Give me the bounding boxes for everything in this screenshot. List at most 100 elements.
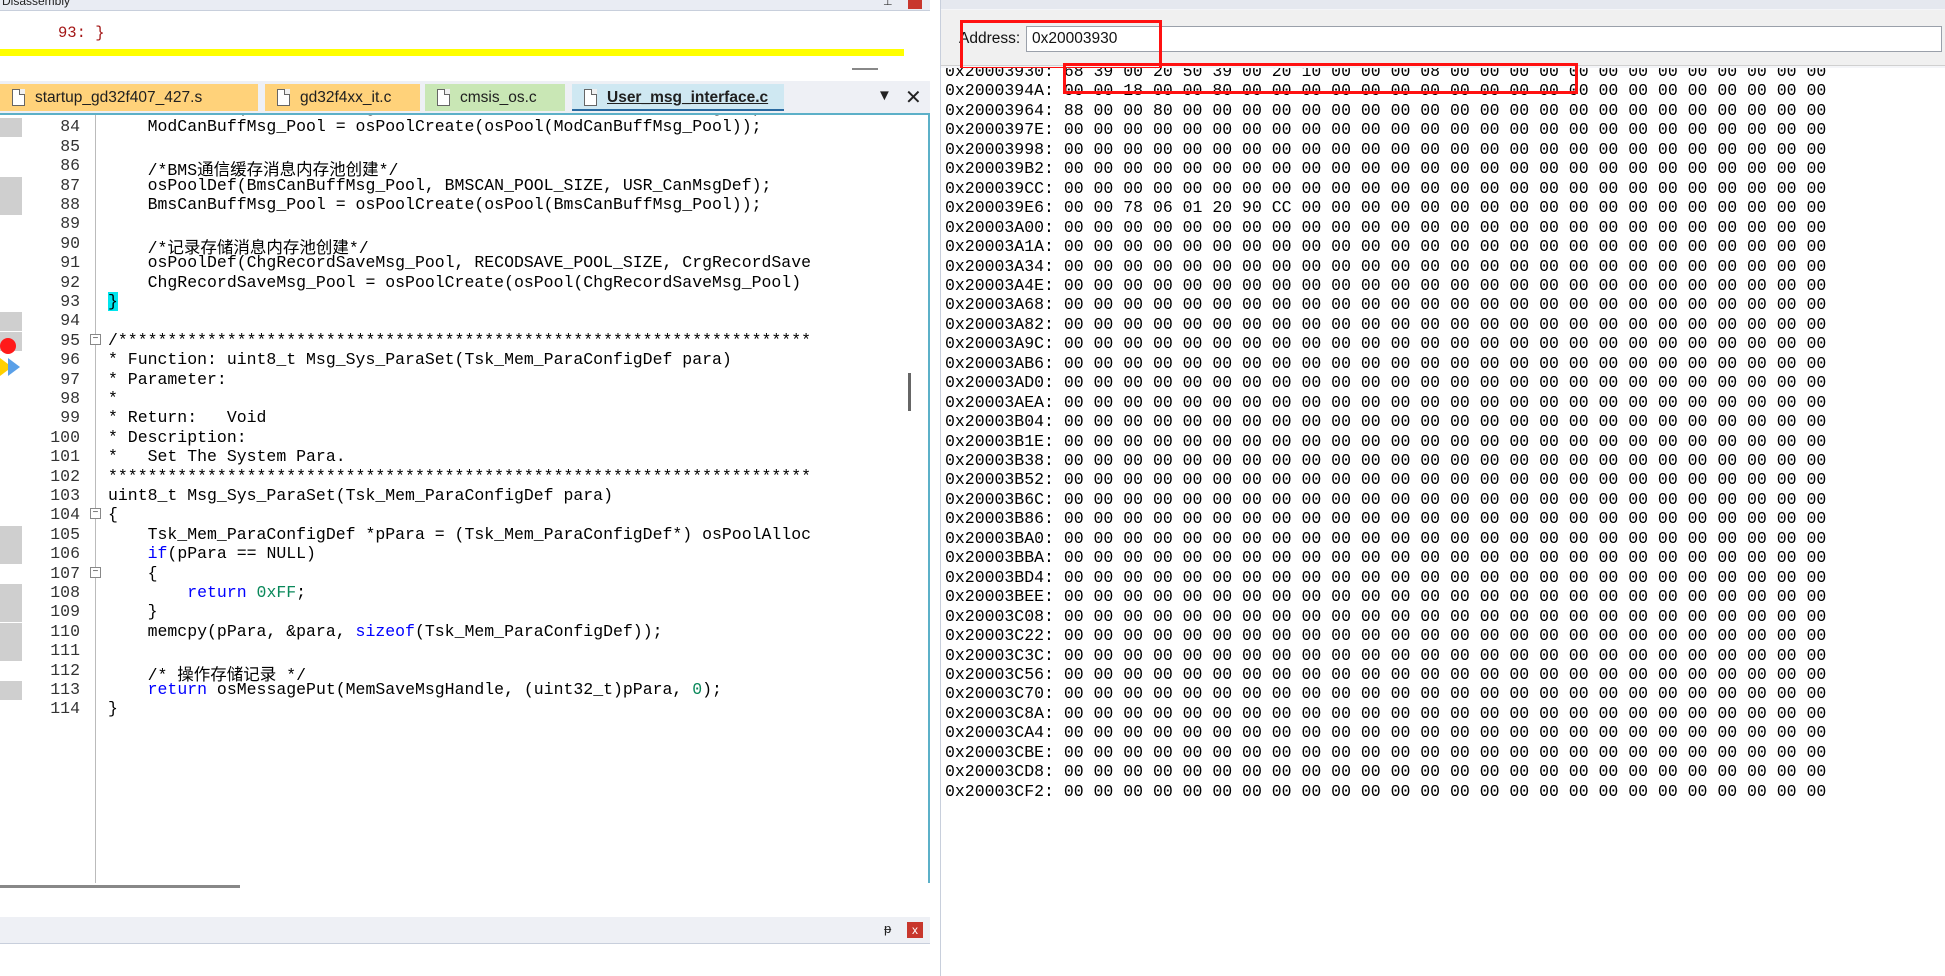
memory-bytes[interactable]: 00 00 00 00 00 00 00 00 00 00 00 00 00 0… (1054, 587, 1826, 606)
code-text: return 0xFF; (187, 583, 307, 602)
memory-bytes[interactable]: 00 00 00 00 00 00 00 00 00 00 00 00 00 0… (1054, 257, 1826, 276)
memory-bytes[interactable]: 00 00 00 00 00 00 00 00 00 00 00 00 00 0… (1054, 334, 1826, 353)
memory-bytes[interactable]: 00 00 00 00 00 00 00 00 00 00 00 00 00 0… (1054, 218, 1826, 237)
code-text: ****************************************… (108, 466, 812, 486)
pin-icon[interactable]: ᵽ (884, 921, 891, 936)
memory-bytes[interactable]: 00 00 00 00 00 00 00 00 00 00 00 00 00 0… (1054, 743, 1826, 762)
disassembly-scrollbar[interactable] (852, 68, 878, 70)
memory-bytes[interactable]: 00 00 00 00 00 00 00 00 00 00 00 00 00 0… (1054, 354, 1826, 373)
line-number: 87 (60, 175, 80, 195)
tab-cmsis-os-c[interactable]: cmsis_os.c (425, 84, 565, 111)
memory-bytes[interactable]: 00 00 00 00 00 00 00 00 00 00 00 00 00 0… (1054, 120, 1826, 139)
disassembly-close-button[interactable] (908, 0, 922, 9)
memory-address: 0x20003B6C: (945, 489, 1054, 509)
line-number: 108 (50, 583, 80, 602)
memory-address: 0x20003CF2: (945, 781, 1054, 801)
fold-toggle-icon[interactable]: − (90, 333, 101, 345)
memory-bytes[interactable]: 00 00 00 00 00 00 00 00 00 00 00 00 00 0… (1054, 568, 1826, 587)
file-icon (277, 89, 290, 106)
editor-horizontal-scrollbar[interactable] (0, 882, 928, 890)
memory-bytes[interactable]: 00 00 00 00 00 00 00 00 00 00 00 00 00 0… (1054, 529, 1826, 548)
line-number: 90 (60, 233, 80, 253)
memory-bytes[interactable]: 00 00 00 00 00 00 00 00 00 00 00 00 00 0… (1054, 665, 1826, 684)
memory-bytes[interactable]: 00 00 00 00 00 00 00 00 00 00 00 00 00 0… (1054, 315, 1826, 334)
code-text: * Return: Void (108, 408, 267, 428)
line-number: 94 (60, 311, 80, 331)
file-icon (12, 89, 25, 106)
tab-list-dropdown-icon[interactable]: ▼ (877, 87, 892, 104)
memory-address: 0x20003C08: (945, 606, 1054, 626)
memory-bytes[interactable]: 00 00 00 00 00 00 00 00 00 00 00 00 00 0… (1054, 140, 1826, 159)
code-line[interactable]: 114} (0, 698, 928, 722)
memory-bytes[interactable]: 00 00 00 00 00 00 00 00 00 00 00 00 00 0… (1054, 159, 1826, 178)
memory-address: 0x20003998: (945, 139, 1054, 159)
memory-bytes[interactable]: 00 00 00 00 00 00 00 00 00 00 00 00 00 0… (1054, 704, 1826, 723)
memory-bytes[interactable]: 00 00 00 00 00 00 00 00 00 00 00 00 00 0… (1054, 684, 1826, 703)
fold-toggle-icon[interactable]: − (90, 508, 101, 520)
memory-bytes[interactable]: 00 00 00 00 00 00 00 00 00 00 00 00 00 0… (1054, 451, 1826, 470)
pin-icon[interactable]: ⊥ (883, 0, 893, 8)
memory-address: 0x20003A68: (945, 295, 1054, 315)
editor-vertical-scrollbar[interactable] (908, 373, 911, 411)
memory-address: 0x20003CBE: (945, 742, 1054, 762)
memory-bytes[interactable]: 00 00 00 00 00 00 00 00 00 00 00 00 00 0… (1054, 373, 1826, 392)
line-number: 96 (60, 350, 80, 370)
memory-bytes[interactable]: 00 00 00 00 00 00 00 00 00 00 00 00 00 0… (1054, 295, 1826, 314)
memory-bytes[interactable]: 00 00 00 00 00 00 00 00 00 00 00 00 00 0… (1054, 626, 1826, 645)
memory-bytes[interactable]: 00 00 00 00 00 00 00 00 00 00 00 00 00 0… (1054, 470, 1826, 489)
memory-bytes[interactable]: 00 00 00 00 00 00 00 00 00 00 00 00 00 0… (1054, 762, 1826, 781)
memory-address: 0x20003A9C: (945, 334, 1054, 354)
memory-bytes[interactable]: 00 00 00 00 00 00 00 00 00 00 00 00 00 0… (1054, 393, 1826, 412)
tab-label: User_msg_interface.c (607, 89, 769, 106)
memory-address: 0x20003BD4: (945, 567, 1054, 587)
disassembly-title-bar: Disassembly ⊥ (0, 0, 930, 11)
memory-bytes[interactable]: 00 00 00 00 00 00 00 00 00 00 00 00 00 0… (1054, 490, 1826, 509)
memory-bytes[interactable]: 00 00 00 00 00 00 00 00 00 00 00 00 00 0… (1054, 412, 1826, 431)
close-tab-icon[interactable]: ✕ (905, 85, 922, 110)
bottom-panel-close-button[interactable]: x (907, 922, 923, 938)
memory-bytes[interactable]: 00 00 00 00 00 00 00 00 00 00 00 00 00 0… (1054, 782, 1826, 801)
memory-row[interactable]: 0x20003CF2: 00 00 00 00 00 00 00 00 00 0… (945, 782, 1826, 806)
memory-address: 0x20003964: (945, 100, 1054, 120)
tab-user-msg-interface-c[interactable]: User_msg_interface.c (572, 84, 784, 111)
memory-bytes[interactable]: 00 00 00 00 00 00 00 00 00 00 00 00 00 0… (1054, 723, 1826, 742)
code-text: } (108, 292, 118, 311)
scrollbar-thumb[interactable] (0, 885, 240, 888)
line-number: 97 (60, 369, 80, 389)
memory-address: 0x2000397E: (945, 120, 1054, 140)
memory-bytes[interactable]: 00 00 00 00 00 00 00 00 00 00 00 00 00 0… (1054, 179, 1826, 198)
memory-bytes[interactable]: 00 00 78 06 01 20 90 CC 00 00 00 00 00 0… (1054, 198, 1826, 217)
memory-bytes[interactable]: 00 00 00 00 00 00 00 00 00 00 00 00 00 0… (1054, 509, 1826, 528)
memory-bytes[interactable]: 00 00 00 00 00 00 00 00 00 00 00 00 00 0… (1054, 432, 1826, 451)
tab-startup-gd32f407-427-s[interactable]: startup_gd32f407_427.s (0, 84, 258, 111)
memory-bytes[interactable]: 00 00 00 00 00 00 00 00 00 00 00 00 00 0… (1054, 607, 1826, 626)
memory-bytes[interactable]: 00 00 00 00 00 00 00 00 00 00 00 00 00 0… (1054, 548, 1826, 567)
line-number: 85 (60, 136, 80, 156)
memory-bytes[interactable]: 88 00 00 80 00 00 00 00 00 00 00 00 00 0… (1054, 101, 1826, 120)
code-editor[interactable]: 83 osPoolDef(ModCanBuffMsg_Pool, MODCAN_… (0, 115, 930, 883)
memory-address: 0x20003A4E: (945, 275, 1054, 295)
address-input[interactable] (1026, 26, 1942, 52)
code-text: * Parameter: (108, 369, 227, 389)
memory-address: 0x20003A82: (945, 314, 1054, 334)
memory-address: 0x20003AD0: (945, 373, 1054, 393)
line-number: 101 (50, 447, 80, 467)
memory-bytes[interactable]: 00 00 00 00 00 00 00 00 00 00 00 00 00 0… (1054, 276, 1826, 295)
tab-label: gd32f4xx_it.c (300, 89, 392, 106)
memory-bytes[interactable]: 00 00 00 00 00 00 00 00 00 00 00 00 00 0… (1054, 646, 1826, 665)
address-bar: Address: (941, 10, 1945, 70)
memory-address: 0x20003CD8: (945, 762, 1054, 782)
breakpoint-icon[interactable] (0, 338, 16, 354)
line-number: 95 (60, 330, 80, 350)
memory-address: 0x20003C3C: (945, 645, 1054, 665)
disassembly-view: 93: } (0, 11, 910, 70)
memory-window: Address: 0x20003930: 68 39 00 20 50 39 0… (940, 0, 1945, 976)
code-text: uint8_t Msg_Sys_ParaSet(Tsk_Mem_ParaConf… (108, 486, 613, 505)
fold-toggle-icon[interactable]: − (90, 566, 101, 578)
editor-tab-bar: startup_gd32f407_427.s gd32f4xx_it.c cms… (0, 81, 930, 115)
memory-address: 0x20003B38: (945, 451, 1054, 470)
memory-address: 0x20003930: (945, 68, 1054, 81)
memory-hex-grid[interactable]: 0x20003930: 68 39 00 20 50 39 00 20 10 0… (941, 68, 1945, 976)
tab-gd32f4xx-it-c[interactable]: gd32f4xx_it.c (265, 84, 420, 111)
memory-bytes[interactable]: 00 00 00 00 00 00 00 00 00 00 00 00 00 0… (1054, 237, 1826, 256)
